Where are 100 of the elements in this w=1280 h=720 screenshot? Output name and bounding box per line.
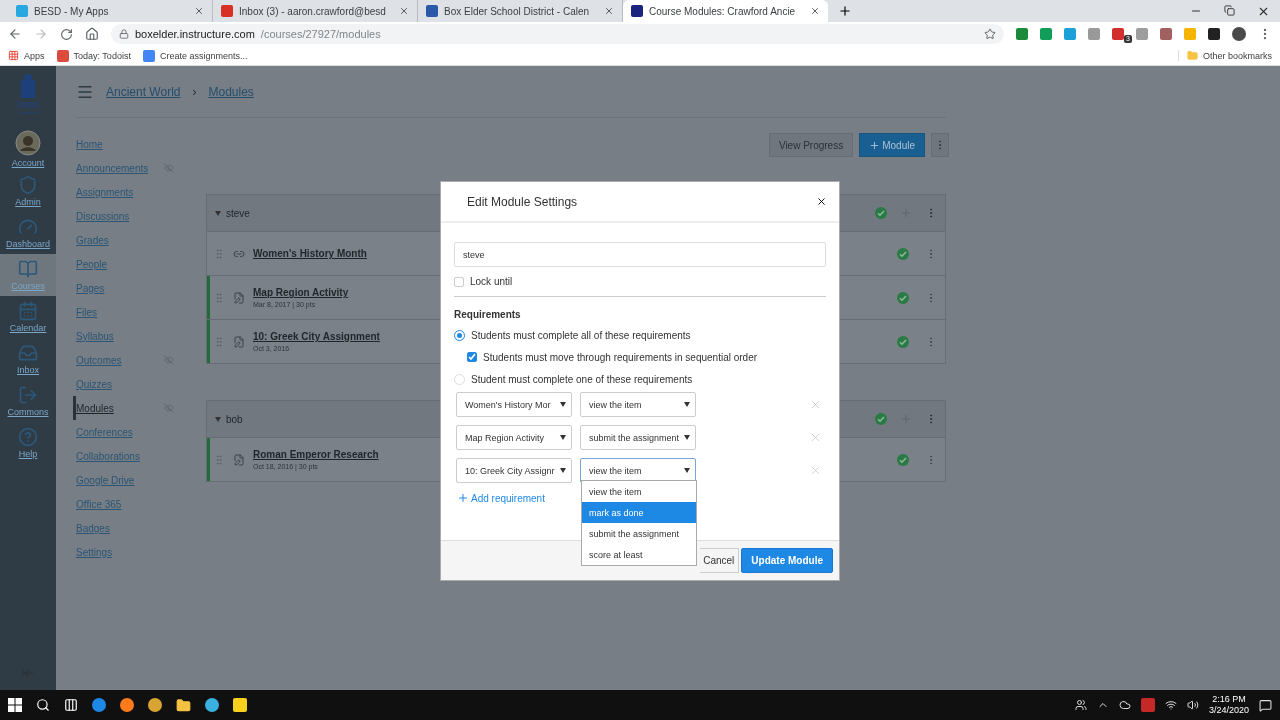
new-tab-icon[interactable] (838, 4, 852, 18)
reload-icon[interactable] (60, 27, 73, 41)
course-nav-link[interactable]: Announcements (76, 156, 206, 180)
add-requirement-link[interactable]: Add requirement (457, 492, 545, 504)
radio-label: Student must complete one of these requirements (471, 373, 693, 385)
favicon-icon (426, 5, 438, 17)
global-nav-item[interactable]: Commons (0, 380, 56, 422)
close-icon[interactable] (810, 6, 820, 16)
course-nav-link[interactable]: Grades (76, 228, 206, 252)
bookmark[interactable]: Apps (8, 50, 45, 61)
favicon-icon (631, 5, 643, 17)
course-nav-link[interactable]: Files (76, 300, 206, 324)
add-module-button[interactable]: Module (859, 133, 925, 157)
course-nav-link[interactable]: Settings (76, 540, 206, 564)
search-icon[interactable] (36, 698, 50, 712)
checkbox-label: Students must move through requirements in sequential order (483, 351, 758, 363)
apps-icon (8, 50, 19, 61)
item-select[interactable]: 10: Greek City Assignr (456, 458, 572, 483)
cloud-icon[interactable] (1118, 699, 1131, 711)
course-nav-link[interactable]: People (76, 252, 206, 276)
star-icon[interactable] (984, 28, 996, 40)
course-nav-link[interactable]: Quizzes (76, 372, 206, 396)
course-nav-link[interactable]: Google Drive (76, 468, 206, 492)
breadcrumb-link[interactable]: Ancient World (106, 84, 181, 99)
favicon-icon (56, 49, 69, 62)
clock-date: 3/24/2020 (1208, 705, 1249, 716)
people-icon[interactable] (1074, 699, 1087, 711)
task-view-icon[interactable] (64, 698, 78, 712)
item-title[interactable]: Map Region Activity (253, 287, 349, 298)
back-icon[interactable] (8, 27, 22, 41)
published-icon (897, 453, 909, 466)
caret-icon (684, 468, 690, 473)
drag-handle-icon[interactable] (213, 453, 225, 466)
checkbox[interactable] (467, 352, 477, 362)
requirement-type-select[interactable]: view the item (580, 392, 696, 417)
windows-icon[interactable] (8, 698, 22, 712)
item-select[interactable]: Map Region Activity (456, 425, 572, 450)
tray-app-icon[interactable] (1140, 698, 1155, 712)
clock-time: 2:16 PM (1212, 694, 1246, 705)
caret-icon (684, 435, 690, 440)
course-nav-link[interactable]: Assignments (76, 180, 206, 204)
course-nav-link[interactable]: Pages (76, 276, 206, 300)
dropdown-option[interactable]: submit the assignment (582, 523, 696, 544)
drag-handle-icon[interactable] (213, 335, 225, 348)
close-icon (809, 431, 822, 444)
profile-avatar[interactable] (1232, 27, 1246, 41)
home-icon[interactable] (85, 27, 99, 41)
browser-tab[interactable]: Course Modules: Crawford Ancie (623, 0, 828, 22)
requirement-type-select[interactable]: submit the assignment (580, 425, 696, 450)
drag-handle-icon[interactable] (213, 291, 225, 304)
course-nav-link[interactable]: Outcomes (76, 348, 206, 372)
update-module-button[interactable]: Update Module (741, 548, 833, 573)
course-nav-link[interactable]: Badges (76, 516, 206, 540)
cancel-button[interactable]: Cancel (700, 548, 740, 573)
address-bar[interactable]: boxelder.instructure.com /courses/27927/modules (111, 24, 1004, 44)
module-name-field[interactable]: steve (454, 242, 826, 267)
dropdown-option[interactable]: mark as done (582, 502, 696, 523)
global-nav-item[interactable]: Inbox (0, 338, 56, 380)
gauge-icon (18, 217, 38, 237)
bookmark[interactable]: Today: Todoist (56, 49, 131, 62)
checkbox[interactable] (454, 276, 464, 287)
wifi-icon[interactable] (1164, 699, 1177, 711)
item-title[interactable]: Women's History Month (253, 248, 367, 259)
item-title[interactable]: 10: Greek City Assignment (253, 331, 380, 342)
global-nav-item[interactable]: Dashboard (0, 212, 56, 254)
folder-icon[interactable] (176, 697, 191, 713)
close-icon (809, 398, 822, 411)
forward-icon[interactable] (34, 27, 48, 41)
drag-handle-icon[interactable] (213, 247, 225, 260)
global-nav-item[interactable]: Account (0, 128, 56, 170)
global-nav-item[interactable]: Calendar (0, 296, 56, 338)
item-select[interactable]: Women's History Mor (456, 392, 572, 417)
caret-icon (215, 416, 221, 422)
bookmark[interactable]: Other bookmarks (1177, 50, 1272, 61)
notifications-icon[interactable] (1259, 698, 1272, 712)
course-nav-link[interactable]: Discussions (76, 204, 206, 228)
view-progress-button[interactable]: View Progress (768, 133, 854, 157)
course-nav-link[interactable]: Syllabus (76, 324, 206, 348)
caret-icon (215, 210, 221, 216)
global-nav-item[interactable]: Admin (0, 170, 56, 212)
course-nav-link[interactable]: Office 365 (76, 492, 206, 516)
item-title[interactable]: Roman Emperor Research (253, 449, 379, 460)
extension-icon[interactable] (1208, 28, 1220, 40)
breadcrumb-link[interactable]: Modules (208, 84, 254, 99)
global-nav-item[interactable]: Help (0, 422, 56, 464)
published-icon (897, 291, 909, 304)
dropdown-option[interactable]: score at least (582, 544, 696, 565)
restore-icon[interactable] (1224, 4, 1235, 16)
course-nav-link[interactable]: Conferences (76, 420, 206, 444)
course-nav-link[interactable]: Collaborations (76, 444, 206, 468)
bookmark[interactable]: Create assignments... (142, 49, 248, 62)
favicon-icon (16, 5, 28, 17)
calendar-icon (18, 301, 38, 321)
dropdown-option[interactable]: view the item (582, 481, 696, 502)
caret-icon (560, 435, 566, 440)
lock-icon (119, 29, 129, 39)
volume-icon[interactable] (1186, 699, 1199, 711)
close-icon[interactable] (816, 196, 827, 207)
circle-app-icon[interactable] (205, 698, 219, 712)
course-nav-link[interactable]: Modules (76, 396, 206, 420)
